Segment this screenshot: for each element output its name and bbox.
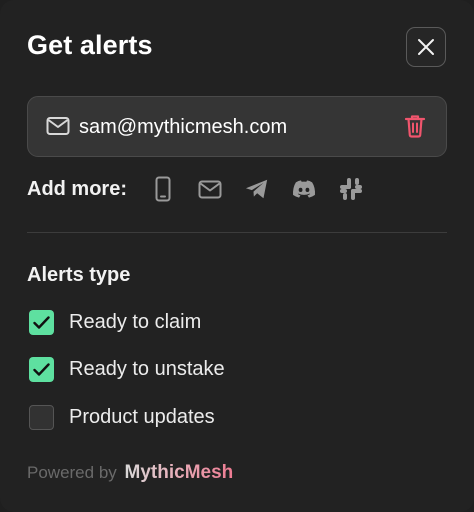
add-discord-button[interactable] xyxy=(292,175,316,203)
footer: Powered by MythicMesh xyxy=(27,462,233,484)
email-entry: sam@mythicmesh.com xyxy=(27,96,447,157)
dialog-title: Get alerts xyxy=(27,30,153,60)
check-icon xyxy=(33,315,50,329)
alerts-dialog: Get alerts sam@mythicmesh.com Add more: xyxy=(0,0,474,512)
slack-icon xyxy=(340,178,362,200)
option-label: Ready to unstake xyxy=(69,358,225,380)
checkbox-checked[interactable] xyxy=(29,310,54,335)
option-label: Product updates xyxy=(69,406,215,428)
option-ready-to-claim[interactable]: Ready to claim xyxy=(29,310,201,335)
trash-icon xyxy=(404,115,426,138)
close-icon xyxy=(418,39,434,55)
phone-icon xyxy=(155,176,171,202)
add-phone-button[interactable] xyxy=(151,175,175,203)
divider xyxy=(27,232,447,233)
delete-email-button[interactable] xyxy=(404,114,426,138)
mail-icon xyxy=(198,180,222,198)
discord-icon xyxy=(292,180,316,198)
channel-list xyxy=(151,175,386,203)
close-button[interactable] xyxy=(406,27,446,67)
check-icon xyxy=(33,362,50,376)
option-label: Ready to claim xyxy=(69,311,202,333)
telegram-icon xyxy=(245,179,268,199)
checkbox-unchecked[interactable] xyxy=(29,405,54,430)
mail-icon xyxy=(46,117,70,135)
add-email-button[interactable] xyxy=(198,175,222,203)
checkbox-checked[interactable] xyxy=(29,357,54,382)
email-address: sam@mythicmesh.com xyxy=(79,116,288,138)
option-product-updates[interactable]: Product updates xyxy=(29,405,215,430)
add-slack-button[interactable] xyxy=(339,175,363,203)
alerts-type-heading: Alerts type xyxy=(27,264,131,286)
brand-logo: MythicMesh xyxy=(124,462,234,483)
add-more-label: Add more: xyxy=(27,178,127,200)
add-telegram-button[interactable] xyxy=(245,175,269,203)
powered-by-text: Powered by xyxy=(27,463,117,482)
option-ready-to-unstake[interactable]: Ready to unstake xyxy=(29,357,225,382)
